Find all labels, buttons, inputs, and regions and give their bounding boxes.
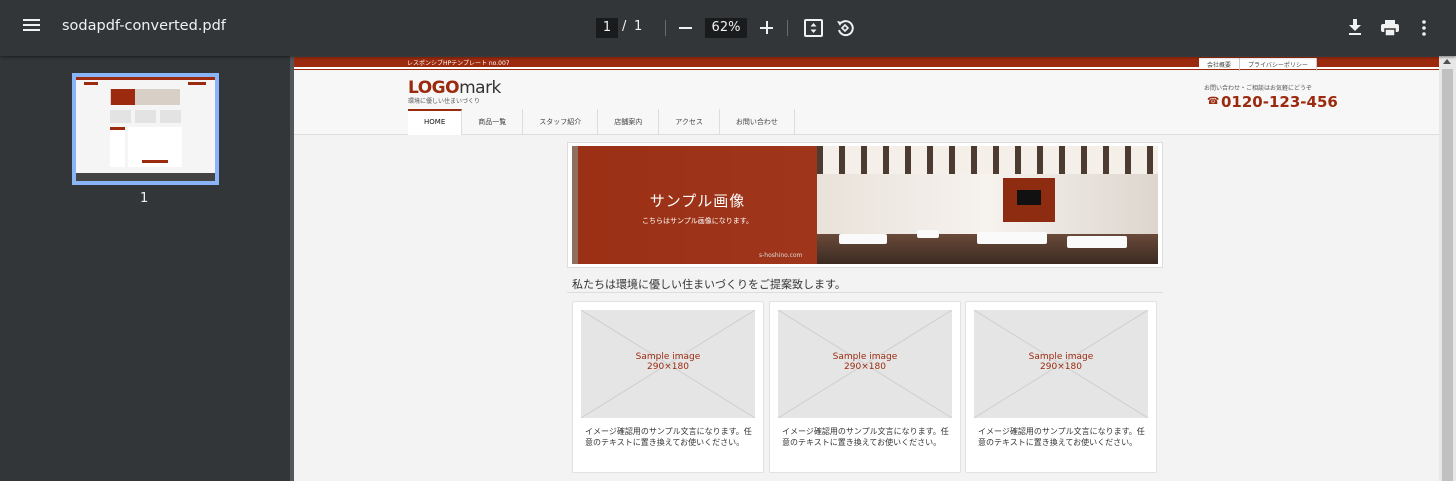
logo-main: LOGO: [408, 78, 460, 98]
intro-heading: 私たちは環境に優しい住まいづくりをご提案致します。: [572, 278, 846, 291]
nav-item-contact[interactable]: お問い合わせ: [720, 109, 795, 135]
print-icon[interactable]: [1380, 19, 1400, 41]
pdf-page: レスポンシブHPテンプレート no.007 会社概要 プライバシーポリシー LOG…: [294, 57, 1439, 481]
vertical-scrollbar[interactable]: [1439, 56, 1456, 481]
divider: [567, 292, 1163, 293]
hero-subtitle: こちらはサンプル画像になります。: [641, 217, 754, 225]
page-separator: /: [622, 19, 627, 34]
minus-icon: [679, 27, 692, 29]
document-title: sodapdf-converted.pdf: [62, 18, 226, 34]
thumbnail-preview: [76, 77, 215, 181]
nav-item-staff[interactable]: スタッフ紹介: [523, 109, 599, 135]
site-header: LOGOmark 環境に優しい住まいづくり お問い合わせ・ご相談はお気軽にどうぞ…: [294, 71, 1439, 135]
toolbar-divider: [787, 20, 788, 36]
download-icon[interactable]: [1347, 18, 1363, 40]
feature-card: Sample image 290×180 イメージ確認用のサンプル文言になります。…: [572, 301, 764, 473]
contact-label: お問い合わせ・ご相談はお気軽にどうぞ: [1204, 85, 1313, 92]
page-number-input[interactable]: 1: [596, 18, 618, 38]
scroll-up-icon[interactable]: [1443, 59, 1451, 64]
hero-credit: s-hoshino.com: [759, 252, 803, 259]
thumbnail-sidebar: 1: [0, 56, 290, 481]
zoom-input[interactable]: 62%: [705, 18, 747, 38]
nav-item-stores[interactable]: 店舗案内: [598, 109, 660, 135]
logo-mark: mark: [459, 78, 501, 98]
more-vert-icon[interactable]: [1421, 19, 1427, 41]
top-link-company[interactable]: 会社概要: [1199, 58, 1241, 71]
card-text: イメージ確認用のサンプル文言になります。任意のテキストに置き換えてお使いください…: [782, 427, 949, 447]
page-total: 1: [634, 19, 643, 34]
feature-card: Sample image 290×180 イメージ確認用のサンプル文言になります。…: [769, 301, 961, 473]
phone-number: 0120-123-456: [1221, 93, 1338, 111]
logo[interactable]: LOGOmark: [408, 78, 501, 98]
zoom-out-button[interactable]: [677, 14, 695, 40]
interior-photo: [817, 146, 1158, 264]
pdf-viewer[interactable]: レスポンシブHPテンプレート no.007 会社概要 プライバシーポリシー LOG…: [290, 56, 1456, 481]
zoom-in-button[interactable]: [758, 14, 776, 40]
scrollbar-thumb[interactable]: [1442, 69, 1453, 481]
sample-image: Sample image 290×180: [581, 310, 755, 418]
sample-image-label: Sample image 290×180: [1028, 352, 1094, 372]
fit-page-icon[interactable]: [804, 19, 823, 41]
nav-item-access[interactable]: アクセス: [659, 109, 720, 135]
sample-image: Sample image 290×180: [974, 310, 1148, 418]
sample-image-label: Sample image 290×180: [635, 352, 701, 372]
template-tag: レスポンシブHPテンプレート no.007: [407, 60, 510, 67]
hero-title: サンプル画像: [649, 192, 746, 210]
page-thumbnail[interactable]: [72, 73, 219, 185]
nav-item-home[interactable]: HOME: [408, 109, 463, 135]
toolbar-divider: [665, 20, 666, 36]
top-link-privacy[interactable]: プライバシーポリシー: [1240, 58, 1317, 71]
card-text: イメージ確認用のサンプル文言になります。任意のテキストに置き換えてお使いください…: [978, 427, 1145, 447]
pdf-toolbar: sodapdf-converted.pdf 1 / 1 62%: [0, 0, 1456, 56]
site-nav: HOME 商品一覧 スタッフ紹介 店舗案内 アクセス お問い合わせ: [408, 109, 795, 135]
hero-image: サンプル画像 こちらはサンプル画像になります。 s-hoshino.com: [572, 146, 1158, 264]
hero-banner: サンプル画像 こちらはサンプル画像になります。 s-hoshino.com: [567, 142, 1163, 268]
card-text: イメージ確認用のサンプル文言になります。任意のテキストに置き換えてお使いください…: [585, 427, 752, 447]
sample-image-label: Sample image 290×180: [832, 352, 898, 372]
logo-tagline: 環境に優しい住まいづくり: [408, 98, 481, 105]
thumbnail-page-number: 1: [140, 191, 149, 206]
top-links: 会社概要 プライバシーポリシー: [1199, 58, 1317, 71]
rotate-icon[interactable]: [835, 18, 855, 42]
nav-item-products[interactable]: 商品一覧: [462, 109, 524, 135]
sample-image: Sample image 290×180: [778, 310, 952, 418]
phone-icon: ☎: [1207, 96, 1220, 107]
feature-card: Sample image 290×180 イメージ確認用のサンプル文言になります。…: [965, 301, 1157, 473]
menu-icon[interactable]: [18, 16, 44, 40]
